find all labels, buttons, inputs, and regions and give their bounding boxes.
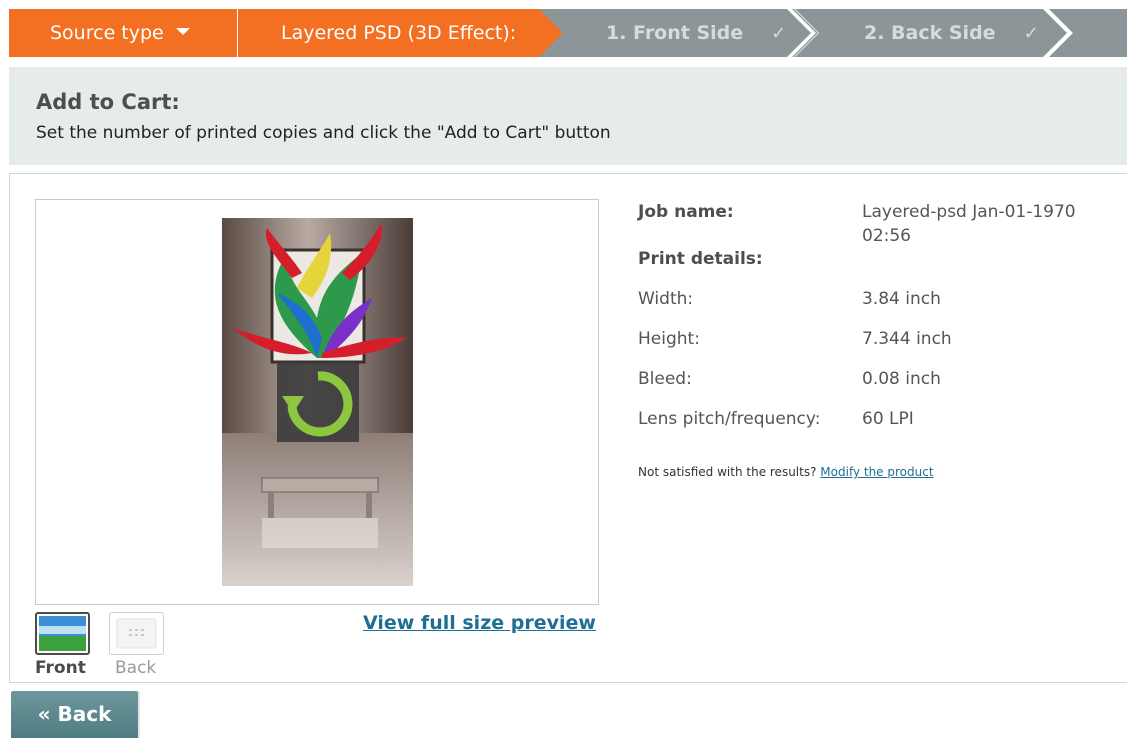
job-name-label: Job name:	[638, 202, 734, 222]
step-back-label: 2. Back Side	[864, 22, 996, 44]
job-name-value-time: 02:56	[862, 226, 911, 246]
bleed-value: 0.08 inch	[862, 369, 941, 389]
thumb-back[interactable]	[109, 612, 164, 655]
thumb-back-label: Back	[115, 658, 157, 678]
back-button[interactable]: « Back	[11, 691, 138, 738]
width-value: 3.84 inch	[862, 289, 941, 309]
width-label: Width:	[638, 289, 694, 309]
preview-frame	[35, 199, 599, 605]
landscape-icon	[39, 616, 86, 651]
modify-note: Not satisfied with the results? Modify t…	[638, 465, 934, 479]
lens-label: Lens pitch/frequency:	[638, 409, 821, 429]
step-front[interactable]: 1. Front Side ✓	[606, 9, 786, 57]
source-type-label: Source type	[50, 22, 164, 44]
page-title: Add to Cart:	[36, 90, 180, 114]
check-icon: ✓	[771, 23, 787, 44]
height-value: 7.344 inch	[862, 329, 952, 349]
step-front-label: 1. Front Side	[606, 22, 744, 44]
product-preview-image[interactable]	[222, 218, 413, 586]
caret-down-icon	[175, 28, 190, 35]
cart-header: Add to Cart: Set the number of printed c…	[9, 67, 1127, 165]
step-back[interactable]: 2. Back Side ✓	[864, 9, 1039, 57]
height-label: Height:	[638, 329, 700, 349]
print-details-heading: Print details:	[638, 249, 763, 269]
job-name-value: Layered-psd Jan-01-1970	[862, 202, 1076, 222]
modify-product-link[interactable]: Modify the product	[820, 465, 933, 479]
source-type-dropdown[interactable]: Source type	[50, 9, 190, 57]
view-full-size-link[interactable]: View full size preview	[363, 612, 596, 634]
main-panel: View full size preview Front Back Job na…	[9, 173, 1127, 683]
page-description: Set the number of printed copies and cli…	[36, 123, 611, 143]
step-layered-label[interactable]: Layered PSD (3D Effect):	[281, 9, 516, 57]
step-bar: Source type Layered PSD (3D Effect): 1. …	[9, 9, 1127, 57]
modify-note-text: Not satisfied with the results?	[638, 465, 817, 479]
grid-icon	[116, 618, 157, 649]
bleed-label: Bleed:	[638, 369, 692, 389]
lens-value: 60 LPI	[862, 409, 914, 429]
thumb-front-label: Front	[35, 658, 86, 678]
thumb-front[interactable]	[35, 612, 90, 655]
check-icon: ✓	[1023, 23, 1039, 44]
